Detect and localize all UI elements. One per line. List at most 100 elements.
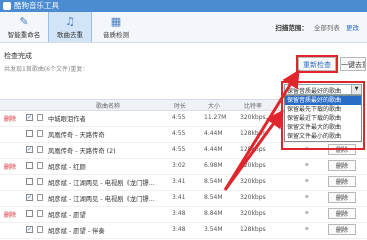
header-size: 大小: [208, 103, 221, 110]
header-bitrate: 比特率: [244, 103, 263, 110]
select-value: 保留音质最好的歌曲: [287, 88, 342, 95]
result-info: 检查完成 共发现1首歌曲(6个文件)重复：: [4, 51, 88, 73]
row-delete-button[interactable]: 删除: [328, 176, 356, 187]
headphones-icon[interactable]: ⚭: [304, 145, 310, 153]
recheck-button[interactable]: 重新检查: [296, 55, 338, 73]
file-icon: [37, 194, 43, 201]
headphones-icon[interactable]: ⚭: [304, 225, 310, 233]
file-icon: [37, 210, 43, 217]
row-checkbox[interactable]: [26, 178, 33, 185]
song-bitrate: 320kbps: [240, 194, 266, 201]
song-name: 凤凰传奇 - 天路传奇 (2): [48, 148, 116, 155]
status-text: 检查完成: [4, 52, 32, 60]
song-size: 8.54M: [204, 194, 223, 201]
song-name: 中城眼泪作者: [48, 116, 86, 123]
select-option[interactable]: 保留文件最大的歌曲: [285, 123, 361, 132]
song-bitrate: 320kbps: [240, 114, 266, 121]
row-checkbox[interactable]: [26, 162, 33, 169]
table-row[interactable]: 删除 胡彦斌 - 愿望 3:48 8.84M 320kbps ⚭ 删除: [0, 206, 367, 223]
scan-change-link[interactable]: 更改: [346, 24, 359, 32]
select-option[interactable]: 保留最近下载的歌曲: [285, 114, 361, 123]
song-size: 4.44M: [204, 130, 223, 137]
song-name: 胡彦斌 - 红颜: [48, 164, 86, 171]
song-size: 8.54M: [204, 178, 223, 185]
tool-quality-check[interactable]: ▦ 音质检测: [94, 12, 138, 42]
table-row[interactable]: 删除 胡彦斌 - 红颜 3:02 6.98M 320kbps ⚭ 删除: [0, 158, 367, 175]
song-name: 胡彦斌 - 愿望 - 伴奏: [48, 228, 105, 235]
delete-link[interactable]: 删除: [4, 114, 16, 123]
row-checkbox[interactable]: ✓: [26, 226, 33, 233]
song-name: 胡彦斌 - 愿望: [48, 212, 86, 219]
file-icon: [37, 226, 43, 233]
row-delete-button[interactable]: 删除: [328, 160, 356, 171]
tool-label: 智能重命名: [7, 31, 41, 39]
app-icon: [3, 2, 11, 10]
song-size: 3.54M: [204, 226, 223, 233]
song-bitrate: 320kbps: [240, 178, 266, 185]
song-duration: 3:02: [172, 162, 186, 169]
song-duration: 3:41: [172, 178, 186, 185]
select-option[interactable]: 保留文件最小的歌曲: [285, 132, 361, 141]
song-bitrate: 128kbps: [240, 226, 266, 233]
delete-link[interactable]: 删除: [4, 210, 16, 219]
table-row[interactable]: ✓ 凤凰传奇 - 天路传奇 (2) 4:55 4.44M 128kbps ⚭ 删除: [0, 142, 367, 159]
chevron-down-icon[interactable]: ▼: [351, 85, 361, 94]
row-checkbox[interactable]: ✓: [26, 194, 33, 201]
one-key-dedupe-button[interactable]: 一键去重: [340, 57, 366, 71]
headphones-icon[interactable]: ⚭: [304, 161, 310, 169]
song-duration: 4:55: [172, 146, 186, 153]
rename-icon: ✎: [19, 15, 29, 28]
song-name: 凤凰传奇 - 天路传奇: [48, 132, 105, 139]
table-row[interactable]: ✓ 胡彦斌 - 愿望 - 伴奏 3:48 3.54M 128kbps ⚭ 删除: [0, 222, 367, 239]
headphones-icon[interactable]: ⚭: [304, 193, 310, 201]
song-size: 4.44M: [204, 146, 223, 153]
row-checkbox[interactable]: ✓: [26, 114, 33, 121]
keep-policy-options: 保留音质最好的歌曲 保留最先下载的歌曲 保留最近下载的歌曲 保留文件最大的歌曲 …: [284, 95, 362, 142]
file-icon: [37, 178, 43, 185]
tool-dedupe[interactable]: ♫ 歌曲去重: [48, 12, 92, 42]
window-title: 酷狗音乐工具: [14, 1, 59, 10]
file-icon: [37, 162, 43, 169]
headphones-icon[interactable]: ⚭: [304, 177, 310, 185]
song-size: 11.27M: [204, 114, 227, 121]
song-duration: 4:55: [172, 130, 186, 137]
select-option[interactable]: 保留最先下载的歌曲: [285, 105, 361, 114]
row-checkbox[interactable]: [26, 210, 33, 217]
song-bitrate: 320kbps: [240, 210, 266, 217]
quality-icon: ▦: [110, 15, 122, 28]
row-delete-button[interactable]: 删除: [328, 208, 356, 219]
row-delete-button[interactable]: 删除: [328, 192, 356, 203]
row-delete-button[interactable]: 删除: [328, 224, 356, 235]
title-bar: 酷狗音乐工具: [0, 0, 367, 12]
select-option[interactable]: 保留音质最好的歌曲: [285, 96, 361, 105]
table-row[interactable]: ✓ 胡彦斌 - 江湖两见 - 电视剧《龙门镖... 3:41 8.54M 320kbps…: [0, 190, 367, 207]
header-duration: 时长: [174, 103, 187, 110]
song-bitrate: 320kbps: [240, 162, 266, 169]
scan-range: 扫描范围： 全部列表 更改: [275, 22, 359, 32]
keep-policy-select[interactable]: 保留音质最好的歌曲 ▼: [284, 84, 362, 95]
song-bitrate: 128kbps: [240, 130, 266, 137]
song-duration: 3:41: [172, 194, 186, 201]
file-icon: [37, 146, 43, 153]
tool-label: 歌曲去重: [57, 31, 83, 39]
header-name: 歌曲名称: [96, 103, 121, 110]
tool-label: 音质检测: [103, 31, 129, 39]
song-size: 8.84M: [204, 210, 223, 217]
table-row[interactable]: 胡彦斌 - 江湖两见 - 电视剧《龙门镖... 3:41 8.54M 320kbps ⚭…: [0, 174, 367, 191]
tool-smart-rename[interactable]: ✎ 智能重命名: [2, 12, 46, 42]
row-checkbox[interactable]: ✓: [26, 146, 33, 153]
headphones-icon[interactable]: ⚭: [304, 209, 310, 217]
song-duration: 4:55: [172, 114, 186, 121]
song-duration: 3:48: [172, 226, 186, 233]
delete-link[interactable]: 删除: [4, 162, 16, 171]
scan-label: 扫描范围：: [275, 24, 308, 32]
song-size: 6.98M: [204, 162, 223, 169]
scan-value: 全部列表: [313, 24, 340, 32]
file-icon: [37, 130, 43, 137]
song-name: 胡彦斌 - 江湖两见 - 电视剧《龙门镖...: [48, 180, 155, 187]
row-checkbox[interactable]: [26, 130, 33, 137]
file-icon: [37, 114, 43, 121]
summary-text: 共发现1首歌曲(6个文件)重复：: [4, 66, 89, 73]
row-delete-button[interactable]: 删除: [328, 144, 356, 155]
song-name: 胡彦斌 - 江湖两见 - 电视剧《龙门镖...: [48, 196, 155, 203]
